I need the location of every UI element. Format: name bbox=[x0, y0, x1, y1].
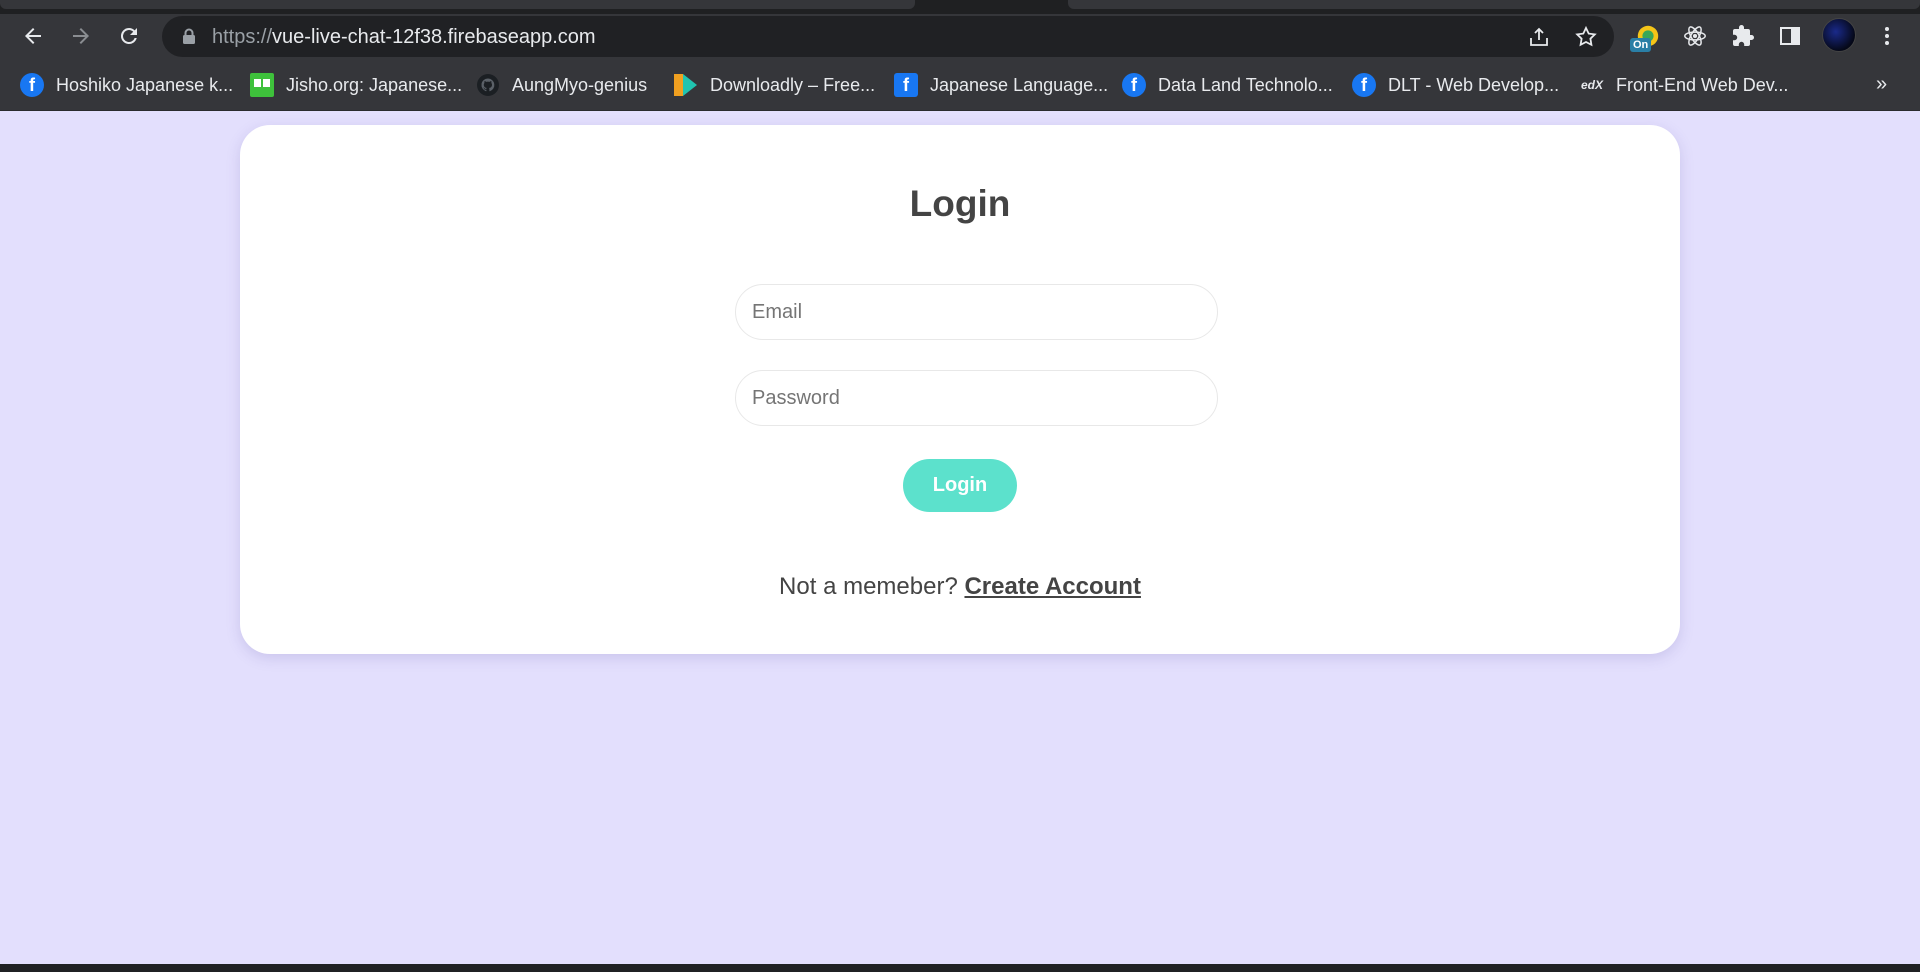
react-devtools-button[interactable] bbox=[1679, 20, 1711, 52]
bookmark-label: Downloadly – Free... bbox=[710, 74, 876, 95]
signup-prompt-text: Not a memeber? bbox=[779, 573, 958, 600]
star-icon bbox=[1575, 25, 1597, 47]
forward-button[interactable] bbox=[62, 17, 100, 55]
bookmark-label: Data Land Technolo... bbox=[1158, 74, 1333, 95]
bookmark-label: Hoshiko Japanese k... bbox=[56, 74, 234, 95]
bookmark-label: AungMyo-genius bbox=[512, 74, 648, 95]
tab-inactive[interactable] bbox=[0, 0, 915, 9]
jisho-icon bbox=[250, 73, 274, 97]
reload-button[interactable] bbox=[110, 17, 148, 55]
login-card: Login Login Not a memeber? Create Accoun… bbox=[240, 125, 1680, 654]
bookmark-label: Jisho.org: Japanese... bbox=[286, 74, 463, 95]
bookmark-item[interactable]: Downloadly – Free... bbox=[674, 71, 875, 99]
create-account-link[interactable]: Create Account bbox=[964, 573, 1140, 600]
bookmark-item[interactable]: f Data Land Technolo... bbox=[1122, 71, 1333, 99]
address-bar[interactable]: https://vue-live-chat-12f38.firebaseapp.… bbox=[162, 16, 1614, 57]
side-panel-icon bbox=[1780, 27, 1800, 45]
share-button[interactable] bbox=[1526, 24, 1552, 50]
github-icon bbox=[476, 73, 500, 97]
password-field[interactable] bbox=[735, 370, 1218, 426]
facebook-icon: f bbox=[894, 73, 918, 97]
edx-icon: edX bbox=[1580, 78, 1603, 92]
side-panel-button[interactable] bbox=[1774, 20, 1806, 52]
kebab-menu-icon bbox=[1885, 27, 1889, 45]
bookmark-star-button[interactable] bbox=[1573, 24, 1599, 50]
url-text[interactable]: https://vue-live-chat-12f38.firebaseapp.… bbox=[212, 26, 596, 49]
bookmark-label: DLT - Web Develop... bbox=[1388, 74, 1560, 95]
bookmark-item[interactable]: Jisho.org: Japanese... bbox=[250, 71, 462, 99]
bookmark-item[interactable]: edX Front-End Web Dev... bbox=[1580, 71, 1788, 99]
page-viewport: Login Login Not a memeber? Create Accoun… bbox=[0, 112, 1920, 964]
browser-toolbar: https://vue-live-chat-12f38.firebaseapp.… bbox=[0, 14, 1920, 59]
page-title: Login bbox=[909, 183, 1011, 224]
profile-avatar[interactable] bbox=[1822, 18, 1856, 52]
extension-badge: On bbox=[1630, 38, 1652, 52]
bookmark-label: Japanese Language... bbox=[930, 74, 1109, 95]
share-icon bbox=[1530, 27, 1548, 46]
bookmarks-bar: f Hoshiko Japanese k... Jisho.org: Japan… bbox=[0, 59, 1920, 111]
arrow-left-icon bbox=[25, 28, 41, 44]
downloadly-icon bbox=[674, 73, 698, 97]
lock-icon bbox=[183, 28, 195, 44]
email-field[interactable] bbox=[735, 284, 1218, 340]
bookmark-item[interactable]: f Japanese Language... bbox=[894, 71, 1108, 99]
browser-menu-button[interactable] bbox=[1871, 20, 1903, 52]
bookmark-item[interactable]: AungMyo-genius bbox=[476, 71, 647, 99]
bookmarks-overflow-button[interactable]: » bbox=[1876, 73, 1887, 96]
react-icon bbox=[1684, 26, 1706, 46]
bottom-edge bbox=[0, 964, 1920, 972]
extensions-button[interactable] bbox=[1727, 20, 1759, 52]
back-button[interactable] bbox=[14, 17, 52, 55]
bookmark-item[interactable]: f DLT - Web Develop... bbox=[1352, 71, 1559, 99]
bookmark-item[interactable]: f Hoshiko Japanese k... bbox=[20, 71, 233, 99]
puzzle-icon bbox=[1733, 25, 1754, 46]
facebook-icon: f bbox=[1352, 73, 1376, 97]
reload-icon bbox=[120, 27, 137, 44]
facebook-icon: f bbox=[1122, 73, 1146, 97]
facebook-icon: f bbox=[20, 73, 44, 97]
tab-inactive[interactable] bbox=[1068, 0, 1920, 9]
login-button[interactable]: Login bbox=[903, 459, 1017, 512]
tab-strip bbox=[0, 0, 1920, 14]
signup-prompt: Not a memeber? Create Account bbox=[240, 573, 1680, 601]
arrow-right-icon bbox=[73, 28, 89, 44]
bookmark-label: Front-End Web Dev... bbox=[1616, 74, 1789, 95]
